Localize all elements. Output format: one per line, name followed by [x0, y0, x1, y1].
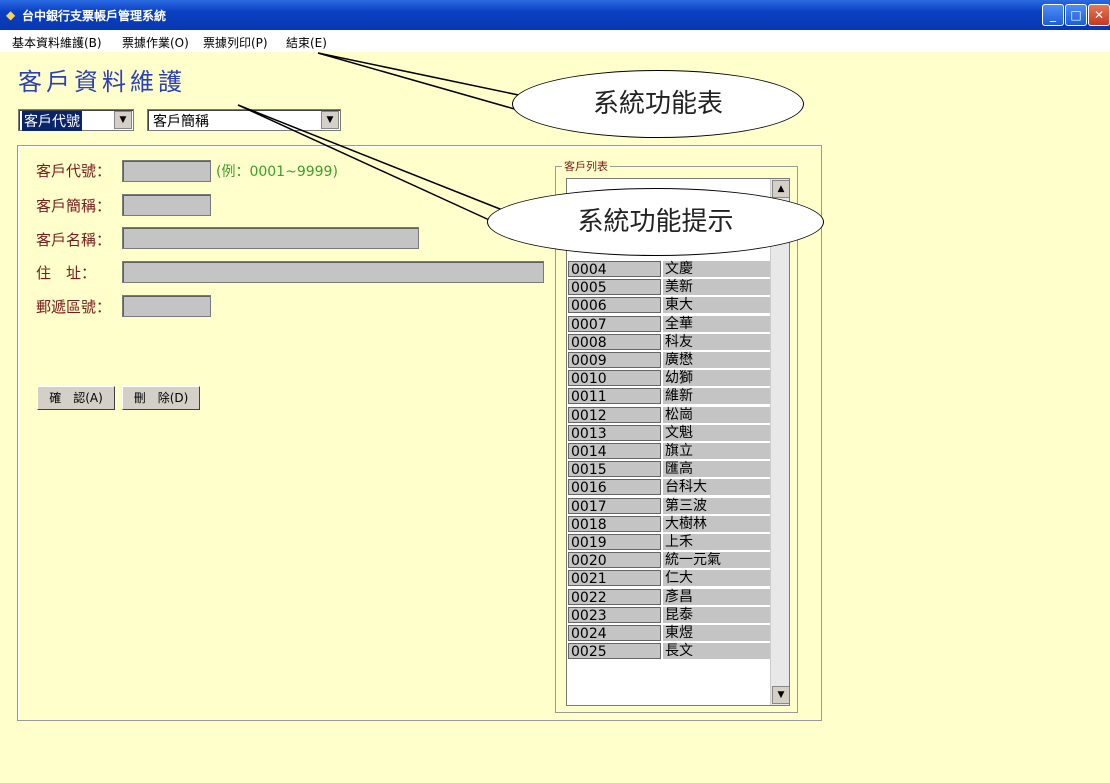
callout-menu: 系統功能表: [512, 70, 804, 138]
callout-hint: 系統功能提示: [487, 188, 824, 256]
